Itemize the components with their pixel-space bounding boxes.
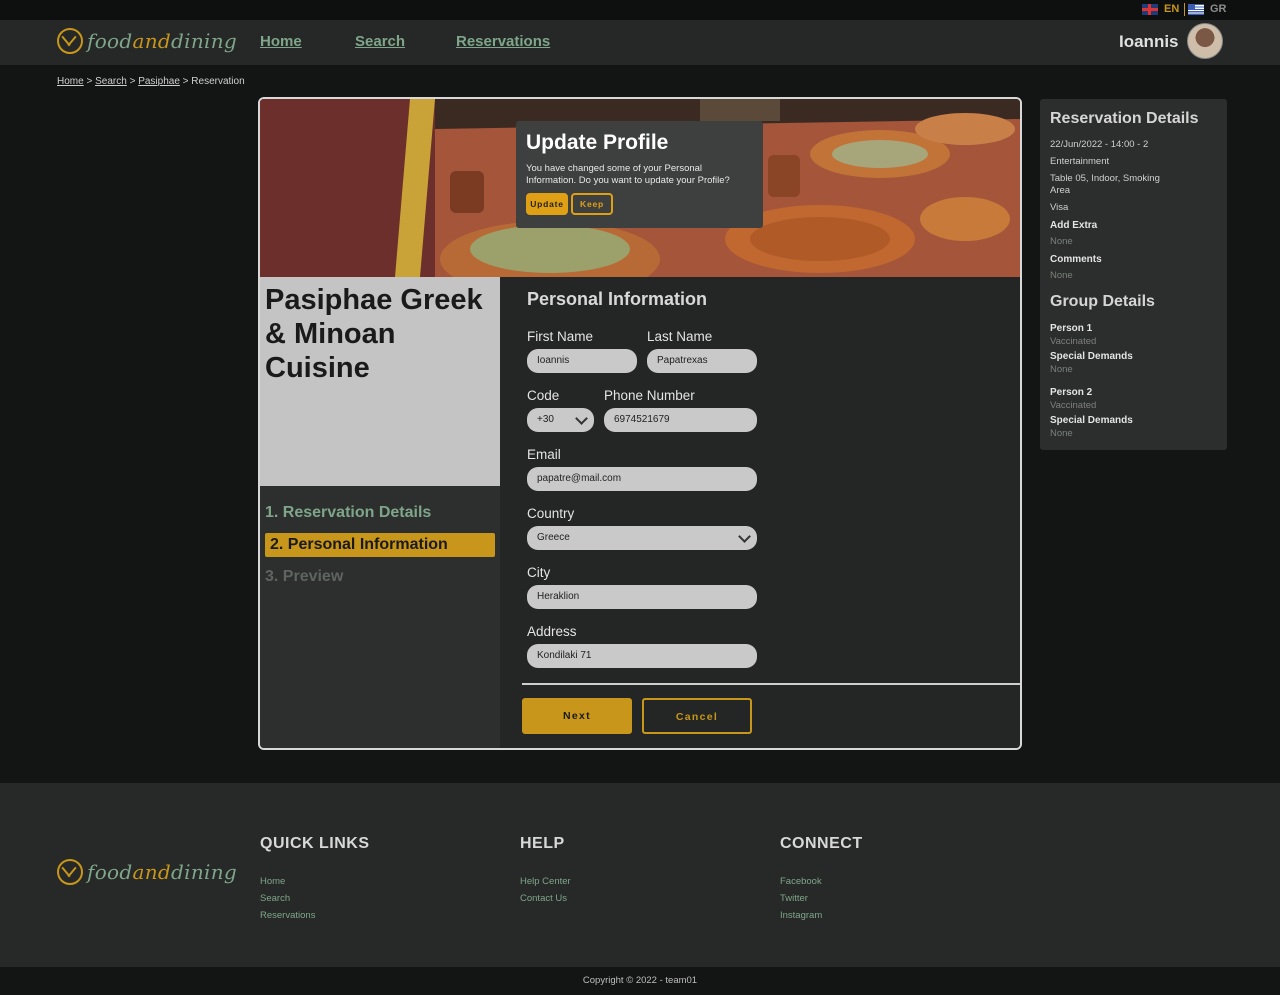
add-extra-label: Add Extra [1050,220,1098,231]
restaurant-title-box: Pasiphae Greek & Minoan Cuisine [260,277,500,486]
reservation-payment: Visa [1050,202,1069,213]
connect-heading: CONNECT [780,835,863,852]
person-1-demands-value: None [1050,364,1073,375]
comments-value: None [1050,270,1073,281]
language-bar: EN GR [0,0,1280,20]
footer-link-facebook[interactable]: Facebook [780,876,822,887]
reservation-details-heading: Reservation Details [1050,110,1199,127]
uk-flag-icon [1142,3,1158,15]
next-button[interactable]: Next [522,698,632,734]
form-title: Personal Information [527,289,708,309]
email-input[interactable]: papatre@mail.com [527,467,757,491]
last-name-input[interactable]: Papatrexas [647,349,757,373]
logo[interactable]: foodanddining [57,28,237,54]
chevron-down-icon [738,530,751,543]
footer-link-help-center[interactable]: Help Center [520,876,571,887]
language-en-label: EN [1164,3,1180,15]
reservation-type: Entertainment [1050,156,1110,167]
email-label: Email [527,447,561,462]
reservation-datetime: 22/Jun/2022 - 14:00 - 2 [1050,139,1149,150]
person-2-status: Vaccinated [1050,400,1097,411]
comments-label: Comments [1050,254,1102,265]
reservation-table: Table 05, Indoor, Smoking Area [1050,173,1160,196]
breadcrumb-search[interactable]: Search [95,76,127,87]
copyright: Copyright © 2022 - team01 [0,967,1280,995]
breadcrumb-restaurant[interactable]: Pasiphae [138,76,180,87]
first-name-input[interactable]: Ioannis [527,349,637,373]
phone-input[interactable]: 6974521679 [604,408,757,432]
logo-text: foodanddining [87,29,237,53]
language-gr-label: GR [1210,3,1227,15]
update-profile-dialog: Update Profile You have changed some of … [516,121,763,228]
avatar[interactable] [1187,23,1223,59]
nav-search[interactable]: Search [355,33,405,50]
breadcrumb-current: Reservation [191,76,245,87]
person-1-status: Vaccinated [1050,336,1097,347]
reservation-card: Update Profile You have changed some of … [258,97,1022,750]
footer-link-search[interactable]: Search [260,893,290,904]
breadcrumb: Home > Search > Pasiphae > Reservation [57,76,245,87]
restaurant-hero-image: Update Profile You have changed some of … [260,99,1020,277]
country-code-select[interactable]: +30 [527,408,594,432]
country-code-value: +30 [537,414,554,425]
language-en[interactable]: EN [1142,3,1179,15]
phone-label: Phone Number [604,388,695,403]
first-name-label: First Name [527,329,594,344]
help-heading: HELP [520,835,565,852]
footer-link-twitter[interactable]: Twitter [780,893,808,904]
country-select[interactable]: Greece [527,526,757,550]
add-extra-value: None [1050,236,1073,247]
fork-knife-icon [57,28,83,54]
step-preview: 3. Preview [265,568,344,585]
dialog-message: You have changed some of your Personal I… [526,163,730,186]
reservation-steps: 1. Reservation Details 2. Personal Infor… [260,486,500,748]
group-details-heading: Group Details [1050,293,1155,310]
chevron-down-icon [575,412,588,425]
footer-link-instagram[interactable]: Instagram [780,910,822,921]
nav-home[interactable]: Home [260,33,302,50]
keep-button[interactable]: Keep [571,193,613,215]
footer-link-contact-us[interactable]: Contact Us [520,893,567,904]
language-divider [1184,3,1185,16]
fork-knife-icon [57,859,83,885]
code-label: Code [527,388,560,403]
footer: foodanddining QUICK LINKS Home Search Re… [0,783,1280,967]
city-input[interactable]: Heraklion [527,585,757,609]
update-button[interactable]: Update [526,193,568,215]
country-label: Country [527,506,575,521]
language-gr[interactable]: GR [1188,3,1227,15]
person-1-demands-label: Special Demands [1050,351,1133,362]
step-personal-information[interactable]: 2. Personal Information [265,533,495,557]
dialog-title: Update Profile [526,131,669,154]
quick-links-heading: QUICK LINKS [260,835,370,852]
person-2-demands-value: None [1050,428,1073,439]
person-2-demands-label: Special Demands [1050,415,1133,426]
cancel-button[interactable]: Cancel [642,698,752,734]
breadcrumb-home[interactable]: Home [57,76,84,87]
footer-link-home[interactable]: Home [260,876,285,887]
step-reservation-details[interactable]: 1. Reservation Details [265,501,495,525]
user-name[interactable]: Ioannis [1119,32,1179,52]
city-label: City [527,565,551,580]
footer-logo[interactable]: foodanddining [57,859,237,885]
restaurant-name: Pasiphae Greek & Minoan Cuisine [265,284,483,384]
address-label: Address [527,624,577,639]
footer-link-reservations[interactable]: Reservations [260,910,315,921]
greece-flag-icon [1188,3,1204,15]
header: foodanddining Home Search Reservations I… [0,20,1280,65]
reservation-summary-panel: Reservation Details 22/Jun/2022 - 14:00 … [1040,99,1227,450]
form-divider [522,683,1020,685]
last-name-label: Last Name [647,329,713,344]
footer-logo-text: foodanddining [87,860,237,884]
country-value: Greece [537,532,570,543]
person-1-name: Person 1 [1050,323,1093,334]
address-input[interactable]: Kondilaki 71 [527,644,757,668]
nav-reservations[interactable]: Reservations [456,33,550,50]
person-2-name: Person 2 [1050,387,1093,398]
personal-information-form: Personal Information First Name Ioannis … [500,277,1020,748]
